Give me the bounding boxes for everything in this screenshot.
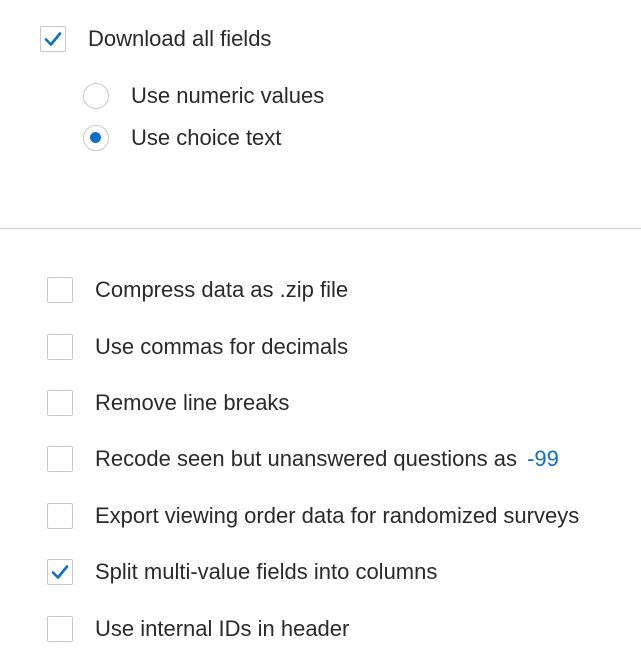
- recode-unanswered-text: Recode seen but unanswered questions as: [95, 446, 517, 471]
- compress-zip-label[interactable]: Compress data as .zip file: [95, 277, 348, 303]
- internal-ids-label[interactable]: Use internal IDs in header: [95, 616, 349, 642]
- download-all-fields-label[interactable]: Download all fields: [88, 26, 271, 52]
- split-multi-value-label[interactable]: Split multi-value fields into columns: [95, 559, 437, 585]
- export-viewing-order-label[interactable]: Export viewing order data for randomized…: [95, 503, 579, 529]
- recode-value-link[interactable]: -99: [527, 446, 559, 471]
- internal-ids-checkbox[interactable]: [47, 616, 73, 642]
- recode-unanswered-label[interactable]: Recode seen but unanswered questions as …: [95, 446, 559, 472]
- compress-zip-checkbox[interactable]: [47, 277, 73, 303]
- remove-line-breaks-label[interactable]: Remove line breaks: [95, 390, 289, 416]
- numeric-values-radio[interactable]: [83, 83, 109, 109]
- remove-line-breaks-checkbox[interactable]: [47, 390, 73, 416]
- choice-text-label[interactable]: Use choice text: [131, 125, 281, 151]
- checkmark-icon: [44, 32, 62, 46]
- section-divider: [0, 228, 641, 229]
- checkmark-icon: [51, 565, 69, 579]
- split-multi-value-checkbox[interactable]: [47, 559, 73, 585]
- choice-text-radio[interactable]: [83, 125, 109, 151]
- export-viewing-order-checkbox[interactable]: [47, 503, 73, 529]
- download-all-fields-checkbox[interactable]: [40, 26, 66, 52]
- commas-decimals-label[interactable]: Use commas for decimals: [95, 334, 348, 360]
- radio-selected-dot: [90, 132, 101, 143]
- commas-decimals-checkbox[interactable]: [47, 334, 73, 360]
- recode-unanswered-checkbox[interactable]: [47, 446, 73, 472]
- numeric-values-label[interactable]: Use numeric values: [131, 83, 324, 109]
